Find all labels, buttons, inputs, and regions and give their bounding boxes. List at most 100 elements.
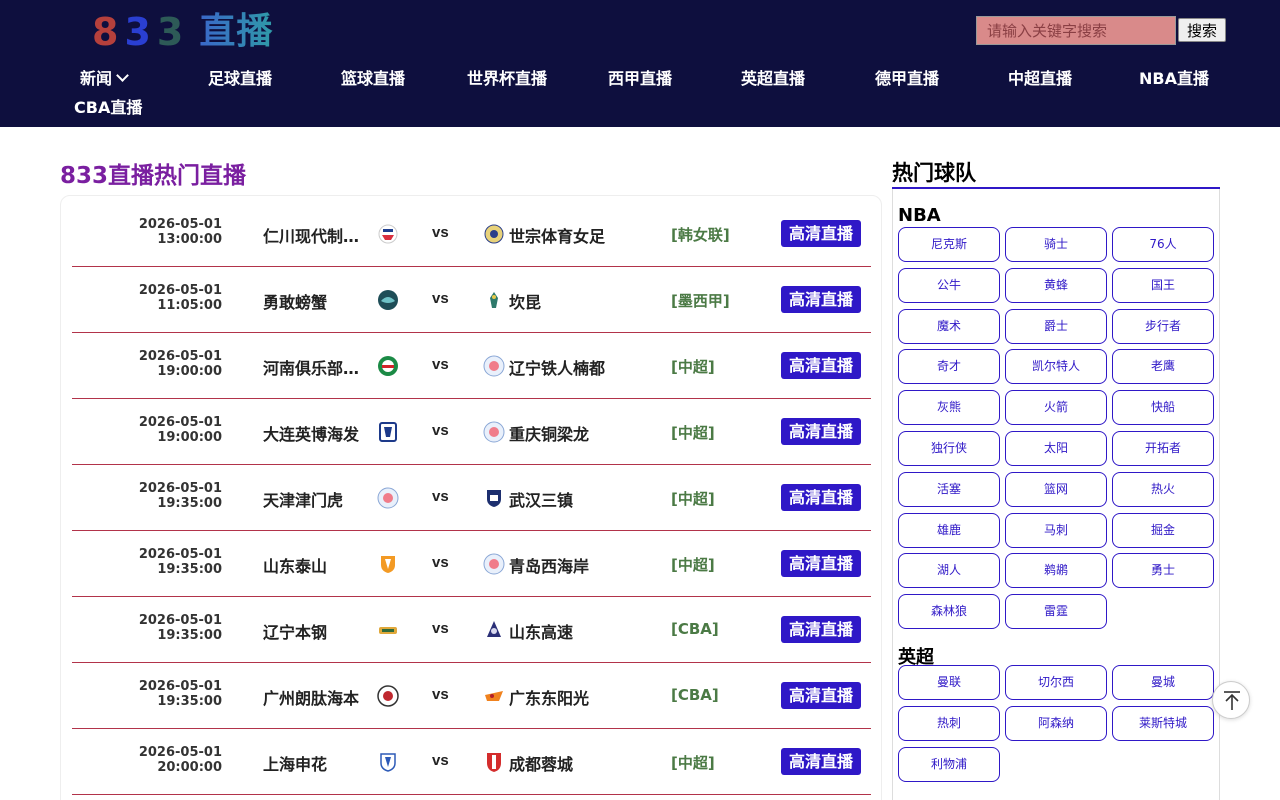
team-button[interactable]: 开拓者 [1112,431,1214,466]
league-tag[interactable]: [中超] [671,554,715,575]
home-team-logo-icon [380,753,396,772]
watch-live-button[interactable]: 高清直播 [781,748,861,775]
away-team-logo-icon [487,621,501,637]
away-team-name[interactable]: 辽宁铁人楠都 [509,355,609,379]
team-button[interactable]: 曼联 [898,665,1000,700]
nav-csl[interactable]: 中超直播 [1008,68,1072,90]
match-row: 2026-05-01 19:35:00 山东泰山 vs 青岛西海岸 [中超] 高清直播 [72,531,871,597]
home-team-name[interactable]: 仁川现代制铁红 [263,223,363,247]
team-button[interactable]: 黄蜂 [1005,267,1107,303]
nav-news[interactable]: 新闻 [80,68,129,90]
team-button[interactable]: 公牛 [898,267,1000,303]
team-button[interactable]: 活塞 [898,471,1000,507]
team-button[interactable]: 骑士 [1005,227,1107,262]
team-button[interactable]: 鹈鹕 [1005,553,1107,589]
match-date: 2026-05-01 [138,349,222,364]
team-button[interactable]: 尼克斯 [898,227,1000,262]
nav-epl[interactable]: 英超直播 [741,68,805,90]
away-team-name[interactable]: 青岛西海岸 [509,553,609,577]
team-button[interactable]: 森林狼 [898,594,1000,630]
team-button[interactable]: 老鹰 [1112,349,1214,385]
team-button[interactable]: 雷霆 [1005,594,1107,630]
site-logo[interactable]: 8 3 3 直播 [92,10,273,54]
team-button[interactable]: 切尔西 [1005,665,1107,700]
team-button[interactable]: 利物浦 [898,746,1000,782]
home-team-name[interactable]: 广州朗肽海本 [263,685,363,709]
watch-live-button[interactable]: 高清直播 [781,484,861,511]
team-button[interactable]: 掘金 [1112,512,1214,548]
away-team-name[interactable]: 广东东阳光 [509,685,609,709]
watch-live-button[interactable]: 高清直播 [781,682,861,709]
team-button[interactable]: 魔术 [898,308,1000,344]
home-team-name[interactable]: 河南俱乐部酒祖杜康 [263,355,363,379]
arrow-up-icon [1224,691,1240,710]
team-button[interactable]: 灰熊 [898,390,1000,426]
league-tag[interactable]: [中超] [671,422,715,443]
search-button[interactable]: 搜索 [1178,18,1226,42]
team-button[interactable]: 雄鹿 [898,512,1000,548]
team-button[interactable]: 爵士 [1005,308,1107,344]
search-input[interactable] [976,16,1176,45]
team-button[interactable]: 奇才 [898,349,1000,385]
home-team-name[interactable]: 山东泰山 [263,553,363,577]
league-tag[interactable]: [中超] [671,488,715,509]
team-button[interactable]: 热刺 [898,705,1000,741]
team-button[interactable]: 马刺 [1005,512,1107,548]
match-time: 19:35:00 [157,628,222,643]
team-button[interactable]: 快船 [1112,390,1214,426]
watch-live-button[interactable]: 高清直播 [781,352,861,379]
home-team-name[interactable]: 天津津门虎 [263,487,363,511]
nav-nba[interactable]: NBA直播 [1139,68,1209,90]
away-team-name[interactable]: 成都蓉城 [509,751,609,775]
team-button[interactable]: 76人 [1112,227,1214,262]
team-button[interactable]: 凯尔特人 [1005,349,1107,385]
league-tag[interactable]: [中超] [671,752,715,773]
league-tag[interactable]: [CBA] [671,686,719,704]
watch-live-button[interactable]: 高清直播 [781,286,861,313]
league-tag[interactable]: [CBA] [671,620,719,638]
away-team-name[interactable]: 山东高速 [509,619,609,643]
home-team-logo-icon [379,627,397,634]
nav-laliga[interactable]: 西甲直播 [608,68,672,90]
team-button[interactable]: 国王 [1112,267,1214,303]
nav-worldcup[interactable]: 世界杯直播 [467,68,547,90]
away-team-name[interactable]: 世宗体育女足 [509,223,609,247]
nav-bundesliga[interactable]: 德甲直播 [875,68,939,90]
away-team-name[interactable]: 武汉三镇 [509,487,609,511]
league-tag[interactable]: [墨西甲] [671,290,730,311]
team-button[interactable]: 勇士 [1112,553,1214,589]
watch-live-button[interactable]: 高清直播 [781,616,861,643]
nav-cba[interactable]: CBA直播 [74,97,142,119]
nav-basketball[interactable]: 篮球直播 [341,68,405,90]
away-team-name[interactable]: 坎昆 [509,289,609,313]
away-team-logo-icon [483,421,505,443]
home-team-name[interactable]: 辽宁本钢 [263,619,363,643]
match-row: 2026-05-01 19:35:00 天津津门虎 vs 武汉三镇 [中超] 高清直播 [72,465,871,531]
watch-live-button[interactable]: 高清直播 [781,220,861,247]
nav-football[interactable]: 足球直播 [208,68,272,90]
league-tag[interactable]: [中超] [671,356,715,377]
team-button[interactable]: 热火 [1112,471,1214,507]
away-team-name[interactable]: 重庆铜梁龙 [509,421,609,445]
home-team-name[interactable]: 勇敢螃蟹 [263,289,363,313]
home-team-name[interactable]: 上海申花 [263,751,363,775]
home-team-name[interactable]: 大连英博海发 [263,421,363,445]
team-button[interactable]: 曼城 [1112,665,1214,700]
watch-live-button[interactable]: 高清直播 [781,550,861,577]
team-button[interactable]: 步行者 [1112,308,1214,344]
watch-live-button[interactable]: 高清直播 [781,418,861,445]
match-date: 2026-05-01 [138,283,222,298]
away-team-logo-icon [483,355,505,377]
team-button[interactable]: 太阳 [1005,431,1107,466]
team-button[interactable]: 莱斯特城 [1112,705,1214,741]
back-to-top-button[interactable] [1212,681,1250,719]
team-button[interactable]: 火箭 [1005,390,1107,426]
team-button[interactable]: 湖人 [898,553,1000,589]
team-button[interactable]: 独行侠 [898,431,1000,466]
page-title: 833直播热门直播 [60,163,247,189]
team-button[interactable]: 篮网 [1005,471,1107,507]
team-button[interactable]: 阿森纳 [1005,705,1107,741]
sidebar-title: 热门球队 [892,161,976,185]
league-tag[interactable]: [韩女联] [671,224,730,245]
match-time: 19:35:00 [157,496,222,511]
